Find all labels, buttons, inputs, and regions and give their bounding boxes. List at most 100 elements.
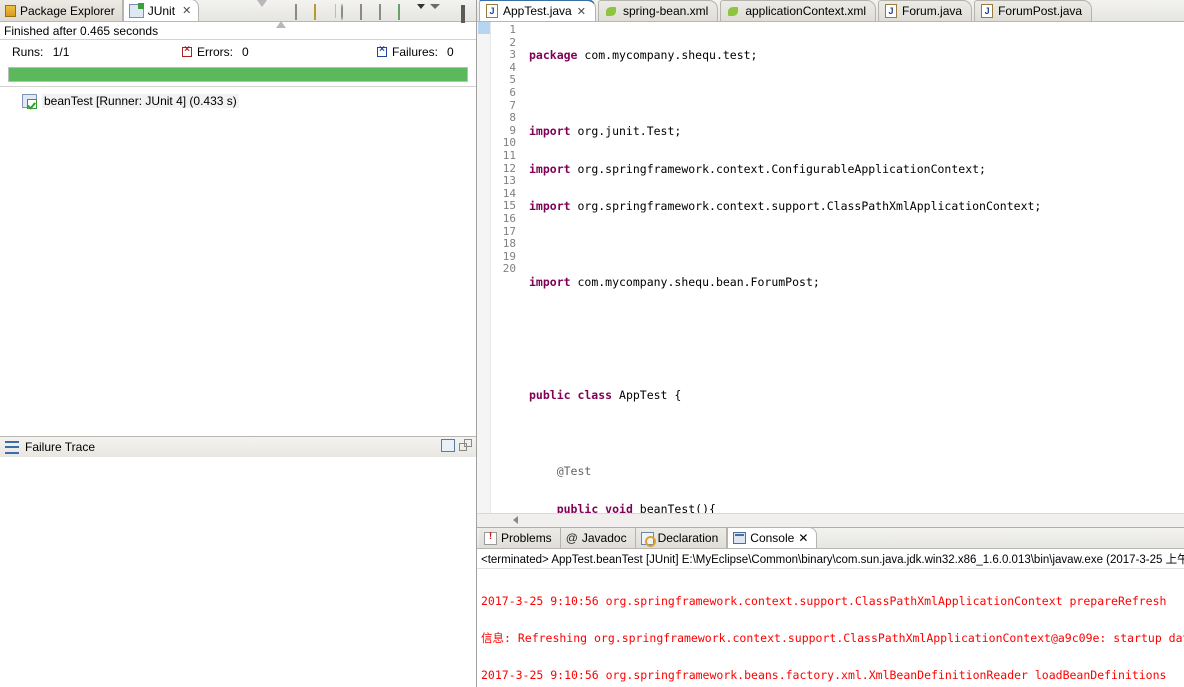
problems-icon bbox=[484, 531, 497, 545]
code-line: @Test bbox=[556, 463, 592, 478]
errors-counter: Errors: 0 bbox=[182, 44, 377, 59]
code-text-area[interactable]: package com.mycompany.shequ.test; import… bbox=[517, 22, 1184, 513]
tab-problems[interactable]: Problems bbox=[479, 528, 561, 548]
code-line: public void beanTest(){ bbox=[556, 501, 716, 513]
code-line: import org.springframework.context.suppo… bbox=[529, 199, 1042, 214]
runs-label: Runs: bbox=[12, 45, 44, 59]
line-number: 11 bbox=[502, 148, 516, 162]
editor-marker-column[interactable] bbox=[477, 22, 491, 513]
failure-trace-toolbar bbox=[441, 439, 472, 452]
history-dropdown-icon[interactable] bbox=[417, 3, 427, 23]
tab-forum-java[interactable]: J Forum.java bbox=[878, 0, 973, 21]
xml-file-icon bbox=[605, 5, 618, 18]
junit-status-text: Finished after 0.465 seconds bbox=[0, 22, 476, 40]
tab-applicationcontext-xml[interactable]: applicationContext.xml bbox=[720, 0, 877, 21]
java-file-icon: J bbox=[486, 4, 498, 18]
show-failures-only-icon[interactable] bbox=[295, 3, 311, 20]
line-number: 8 bbox=[509, 111, 516, 125]
line-number-gutter: 1 2 3 4 5 6 7 8 9 10 11 12 13 14 15 16 1… bbox=[491, 22, 517, 513]
tab-label: Problems bbox=[501, 531, 552, 545]
toolbar-separator bbox=[335, 4, 336, 18]
tab-console[interactable]: Console ✕ bbox=[727, 527, 818, 548]
failures-label: Failures: bbox=[392, 45, 439, 59]
failure-trace-header: Failure Trace bbox=[0, 436, 476, 457]
view-tabbar: Package Explorer JUnit ✕ bbox=[0, 0, 476, 28]
minimize-icon[interactable] bbox=[445, 3, 458, 19]
tab-label: AppTest.java bbox=[503, 4, 572, 18]
tab-label: Declaration bbox=[657, 531, 719, 545]
editor-and-console-area: J AppTest.java ✕ spring-bean.xml applica… bbox=[477, 0, 1184, 687]
tab-declaration[interactable]: Declaration bbox=[635, 528, 728, 548]
console-output[interactable]: 2017-3-25 9:10:56 org.springframework.co… bbox=[477, 569, 1184, 687]
package-explorer-icon bbox=[5, 4, 16, 17]
editor-horizontal-scrollbar[interactable] bbox=[477, 513, 1184, 527]
compare-results-icon[interactable] bbox=[441, 439, 455, 452]
tab-apptest-java[interactable]: J AppTest.java ✕ bbox=[479, 0, 596, 21]
stop-test-icon[interactable] bbox=[379, 3, 395, 20]
next-failure-icon[interactable] bbox=[257, 0, 273, 21]
junit-view-panel: Package Explorer JUnit ✕ Finished after … bbox=[0, 0, 477, 687]
xml-file-icon bbox=[727, 5, 740, 18]
errors-label: Errors: bbox=[197, 45, 233, 59]
junit-test-tree[interactable]: beanTest [Runner: JUnit 4] (0.433 s) bbox=[0, 86, 476, 436]
close-icon[interactable]: ✕ bbox=[798, 531, 808, 545]
java-file-icon: J bbox=[981, 4, 994, 18]
scroll-left-icon[interactable] bbox=[513, 516, 518, 524]
view-menu-icon[interactable] bbox=[430, 3, 442, 23]
line-number: 3 bbox=[509, 48, 516, 62]
console-process-header: <terminated> AppTest.beanTest [JUnit] E:… bbox=[477, 549, 1184, 569]
junit-progress-wrap bbox=[0, 64, 476, 86]
collapse-all-icon[interactable] bbox=[459, 439, 472, 451]
code-line: import com.mycompany.shequ.bean.ForumPos… bbox=[529, 274, 820, 289]
error-marker-icon bbox=[182, 44, 192, 57]
tab-label: Package Explorer bbox=[20, 3, 115, 18]
javadoc-icon: @ bbox=[565, 531, 578, 545]
console-line: 2017-3-25 9:10:56 org.springframework.be… bbox=[481, 668, 1167, 683]
declaration-icon bbox=[640, 531, 656, 547]
test-name-label: beanTest [Runner: JUnit 4] (0.433 s) bbox=[42, 94, 239, 108]
failure-marker-icon bbox=[377, 44, 387, 57]
maximize-icon[interactable] bbox=[461, 3, 474, 23]
previous-failure-icon[interactable] bbox=[276, 3, 292, 28]
tab-label: spring-bean.xml bbox=[622, 4, 709, 18]
tab-label: JUnit bbox=[147, 3, 176, 18]
code-line: import org.springframework.context.Confi… bbox=[529, 161, 986, 176]
tab-junit[interactable]: JUnit ✕ bbox=[122, 0, 200, 21]
line-number: 1 bbox=[509, 23, 516, 36]
junit-icon bbox=[128, 2, 144, 18]
code-editor[interactable]: 1 2 3 4 5 6 7 8 9 10 11 12 13 14 15 16 1… bbox=[477, 22, 1184, 513]
junit-progress-bar bbox=[8, 67, 468, 82]
tab-forumpost-java[interactable]: J ForumPost.java bbox=[974, 0, 1093, 21]
console-icon bbox=[733, 532, 747, 544]
code-line: package com.mycompany.shequ.test; bbox=[529, 48, 758, 63]
runs-value: 1/1 bbox=[52, 45, 70, 59]
code-line: import org.junit.Test; bbox=[529, 123, 682, 138]
test-run-history-icon[interactable] bbox=[398, 3, 414, 20]
line-number: 6 bbox=[509, 85, 516, 99]
junit-toolbar bbox=[257, 0, 474, 28]
failures-value: 0 bbox=[447, 45, 454, 59]
line-number: 20 bbox=[502, 262, 516, 276]
tab-spring-bean-xml[interactable]: spring-bean.xml bbox=[597, 0, 719, 21]
tab-javadoc[interactable]: @ Javadoc bbox=[560, 528, 636, 548]
tab-label: applicationContext.xml bbox=[745, 4, 867, 18]
rerun-test-icon[interactable] bbox=[341, 3, 357, 20]
editor-tabbar: J AppTest.java ✕ spring-bean.xml applica… bbox=[477, 0, 1184, 22]
lock-scroll-icon[interactable] bbox=[314, 3, 330, 20]
tab-package-explorer[interactable]: Package Explorer bbox=[0, 0, 123, 21]
test-passed-icon bbox=[22, 94, 37, 109]
errors-value: 0 bbox=[242, 45, 249, 59]
eclipse-workbench: Package Explorer JUnit ✕ Finished after … bbox=[0, 0, 1184, 687]
tab-label: Javadoc bbox=[581, 531, 627, 545]
close-icon[interactable]: ✕ bbox=[182, 4, 191, 17]
rerun-failed-tests-icon[interactable] bbox=[360, 3, 376, 20]
occurrence-marker bbox=[478, 22, 490, 34]
list-item[interactable]: beanTest [Runner: JUnit 4] (0.433 s) bbox=[0, 93, 476, 109]
close-icon[interactable]: ✕ bbox=[577, 5, 586, 18]
tab-label: Console bbox=[750, 531, 795, 545]
